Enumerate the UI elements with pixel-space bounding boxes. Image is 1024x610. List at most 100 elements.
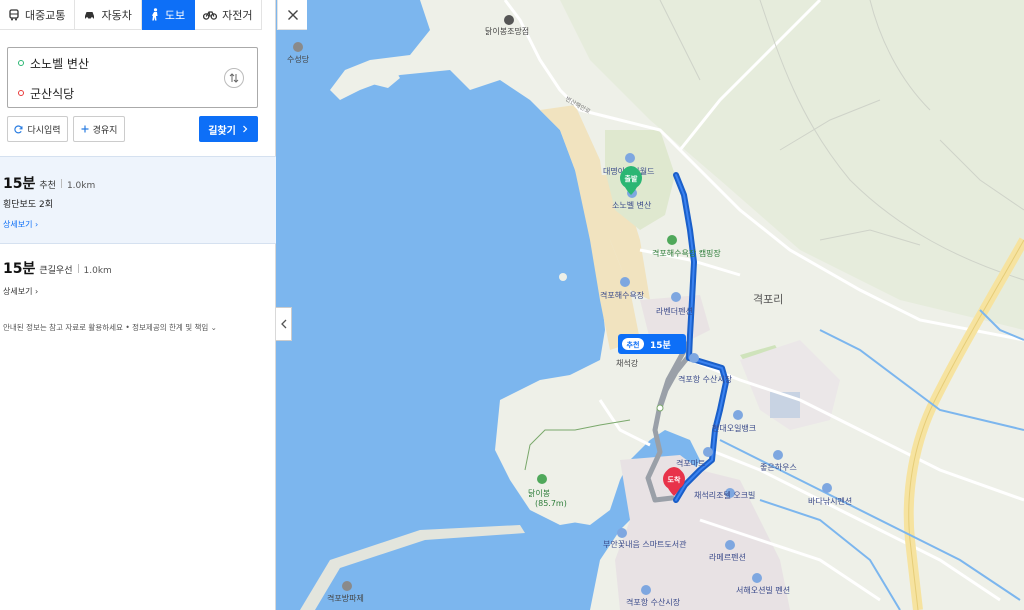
port-market-icon [641,585,651,595]
destination-text: 군산식당 [30,86,75,101]
rock [559,273,567,281]
label-beach: 격포해수욕장 [600,290,645,300]
waypoint-label: 경유지 [92,125,118,136]
result-tag: 큰길우선 [39,266,73,276]
label-suseongdang: 수성당 [287,54,310,64]
details-link-text: 상세보기 [3,287,33,296]
mountain-icon [537,474,547,484]
result-details-link[interactable]: 상세보기 › [3,219,38,230]
label-chaeseokgang: 채석강 [616,358,639,368]
label-port-market: 격포항 수산시장 [626,597,681,607]
route-time-badge[interactable]: 추천 15분 [618,334,686,354]
origin-dot-icon [18,60,24,66]
swap-button[interactable] [224,68,244,88]
end-marker-label: 도착 [668,475,681,484]
camping-icon [667,235,677,245]
label-sonobel: 소노벨 변산 [612,200,652,210]
breakwater-icon [342,581,352,591]
tab-transit[interactable]: 대중교통 [0,0,76,30]
result-tag: 추천 [39,181,56,191]
result-time: 15분 [3,176,36,192]
search-label: 길찾기 [208,125,236,137]
label-library: 부안꽃내음 스마트도서관 [603,539,687,549]
mart-icon [703,447,713,457]
fishing-pension-icon [822,483,832,493]
destination-dot-icon [18,90,24,96]
tab-bicycle-label: 자전거 [222,8,253,22]
origin-text: 소노벨 변산 [30,56,90,71]
result-distance: 1.0km [83,266,112,276]
label-goodhouse: 좋은하우스 [760,462,797,472]
details-link-text: 상세보기 [3,220,33,229]
disclaimer-link[interactable]: 안내된 정보는 참고 자료로 활용하세요 • 정보제공의 한계 및 책임 ⌄ [3,322,217,333]
result-header: 15분 큰길우선 1.0km [3,258,112,278]
chevron-right-icon: › [35,287,39,296]
bicycle-icon [203,11,218,20]
plus-icon [81,125,89,133]
label-lamer: 라메르펜션 [709,552,746,562]
tab-walk[interactable]: 도보 [141,0,196,30]
label-gyeokpo-store: 격포마트 [676,458,705,468]
temple-icon [293,42,303,52]
pension-icon [671,292,681,302]
reset-button[interactable]: 다시입력 [7,116,68,142]
label-dalibong-height: (85.7m) [535,499,567,508]
close-icon [287,9,298,20]
tab-car[interactable]: 자동차 [75,0,142,30]
tab-transit-label: 대중교통 [25,8,66,22]
route-result-main-road[interactable]: 15분 큰길우선 1.0km 상세보기 › [0,244,276,304]
route-point [656,404,664,412]
result-details-link[interactable]: 상세보기 › [3,286,38,297]
swap-icon [229,73,239,83]
walk-icon [151,8,158,21]
result-time: 15분 [3,261,36,277]
transport-mode-tabs: 대중교통 자동차 도보 자전거 [0,0,263,30]
route-badge-time: 15분 [650,340,671,351]
tab-bicycle[interactable]: 자전거 [195,0,263,30]
tab-walk-label: 도보 [164,8,186,22]
library-icon [617,528,627,538]
pension-2-icon [725,540,735,550]
label-lavender: 라벤더펜션 [656,306,693,316]
beach-icon [620,277,630,287]
chevron-down-icon: ⌄ [210,323,217,332]
label-oilbank: 현대오일뱅크 [712,423,756,433]
disclaimer-text: 안내된 정보는 참고 자료로 활용하세요 • 정보제공의 한계 및 책임 [3,323,209,332]
directions-panel: 대중교통 자동차 도보 자전거 소노벨 변산 군산식당 다시입력 경유지 길찾기… [0,0,276,610]
market-icon [689,353,699,363]
divider [77,263,79,273]
ocean-villa-icon [752,573,762,583]
start-marker-label: 출발 [625,174,638,183]
label-store: 닭이봉조망점 [485,26,529,36]
chevron-left-icon [280,319,286,329]
label-fishing: 바다낚시펜션 [808,496,852,506]
route-badge-tag: 추천 [627,340,640,349]
result-detail: 횡단보도 2회 [3,200,53,210]
label-seohae: 서해오션빌 펜션 [736,585,790,595]
collapse-panel-button[interactable] [276,307,292,341]
tab-car-label: 자동차 [101,8,132,22]
label-breakwater: 격포방파제 [327,593,364,603]
chevron-right-icon [242,125,248,133]
store-icon [504,15,514,25]
refresh-icon [14,124,23,133]
chevron-right-icon: › [35,220,39,229]
search-route-button[interactable]: 길찾기 [199,116,258,142]
label-market: 격포항 수산시장 [678,374,733,384]
label-camping: 격포해수욕장 캠핑장 [652,248,721,258]
result-header: 15분 추천 1.0km [3,173,95,193]
add-waypoint-button[interactable]: 경유지 [73,116,125,142]
label-dalibong: 닭이봉 [528,488,550,498]
origin-field[interactable]: 소노벨 변산 [8,48,208,78]
bus-icon [9,8,19,20]
car-icon [85,11,95,20]
destination-field[interactable]: 군산식당 [8,78,208,108]
route-result-recommended[interactable]: 15분 추천 1.0km 횡단보도 2회 상세보기 › [0,156,276,244]
gas-station-icon [733,410,743,420]
divider [60,178,62,188]
resort-icon [625,153,635,163]
house-icon [773,450,783,460]
route-inputs: 소노벨 변산 군산식당 [7,47,258,108]
result-distance: 1.0km [66,181,96,191]
close-button[interactable] [277,0,307,30]
